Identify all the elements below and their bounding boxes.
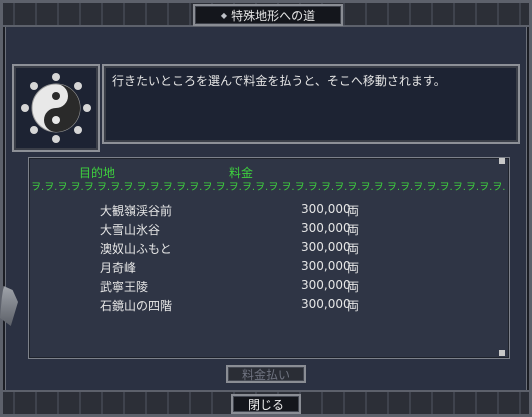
- instruction-text: 行きたいところを選んで料金を払うと、そこへ移動されます。: [112, 74, 446, 88]
- title-diamond-icon: ◆: [220, 10, 228, 20]
- destination-name: 武寧王陵: [100, 280, 149, 294]
- corner-marker: [499, 350, 505, 356]
- destination-list-panel: 目的地 料金 ヲ.ヲ.ヲ.ヲ.ヲ.ヲ.ヲ.ヲ.ヲ.ヲ.ヲ.ヲ.ヲ.ヲ.ヲ.ヲ.ヲ…: [28, 157, 510, 359]
- list-item[interactable]: 大観嶺渓谷前 300,000 両: [29, 202, 509, 221]
- header-divider: ヲ.ヲ.ヲ.ヲ.ヲ.ヲ.ヲ.ヲ.ヲ.ヲ.ヲ.ヲ.ヲ.ヲ.ヲ.ヲ.ヲ.ヲ.ヲ.ヲ.…: [31, 182, 507, 192]
- currency-unit: 両: [347, 223, 360, 237]
- currency-unit: 両: [347, 242, 360, 256]
- list-item[interactable]: 大雪山氷谷 300,000 両: [29, 221, 509, 240]
- yin-yang-icon: [21, 73, 91, 143]
- message-box: 行きたいところを選んで料金を払うと、そこへ移動されます。: [102, 64, 520, 144]
- destination-fee: 300,000: [301, 202, 351, 216]
- destination-fee: 300,000: [301, 259, 351, 273]
- destination-fee: 300,000: [301, 297, 351, 311]
- currency-unit: 両: [347, 204, 360, 218]
- currency-unit: 両: [347, 280, 360, 294]
- list-item[interactable]: 石鏡山の四階 300,000 両: [29, 297, 509, 316]
- destination-fee: 300,000: [301, 278, 351, 292]
- currency-unit: 両: [347, 299, 360, 313]
- pay-fee-button[interactable]: 料金払い: [226, 365, 306, 383]
- destination-fee: 300,000: [301, 240, 351, 254]
- window-title-plate: ◆ 特殊地形への道: [193, 4, 343, 26]
- destination-name: 大観嶺渓谷前: [100, 204, 173, 218]
- destination-name: 月奇峰: [100, 261, 137, 275]
- destination-rows: 大観嶺渓谷前 300,000 両 大雪山氷谷 300,000 両 澳奴山ふもと …: [29, 202, 509, 316]
- destination-name: 大雪山氷谷: [100, 223, 161, 237]
- window-title: 特殊地形への道: [231, 8, 316, 23]
- destination-fee: 300,000: [301, 221, 351, 235]
- list-item[interactable]: 澳奴山ふもと 300,000 両: [29, 240, 509, 259]
- yin-yang-emblem: [12, 64, 100, 152]
- currency-unit: 両: [347, 261, 360, 275]
- list-item[interactable]: 武寧王陵 300,000 両: [29, 278, 509, 297]
- destination-name: 石鏡山の四階: [100, 299, 173, 313]
- close-button[interactable]: 閉じる: [231, 394, 301, 414]
- destination-name: 澳奴山ふもと: [100, 242, 172, 256]
- list-item[interactable]: 月奇峰 300,000 両: [29, 259, 509, 278]
